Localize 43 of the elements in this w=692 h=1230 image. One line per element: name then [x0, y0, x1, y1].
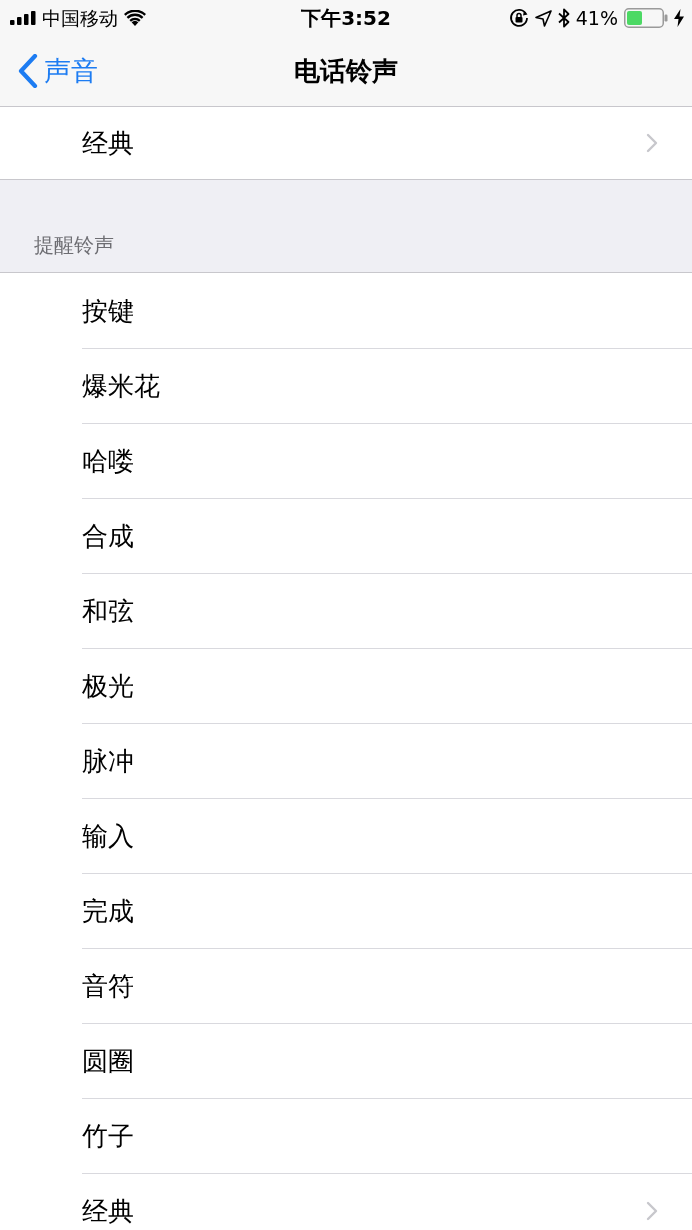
ringtone-label: 爆米花	[82, 371, 160, 401]
ringtone-label: 经典	[82, 1196, 134, 1226]
ringtone-label: 极光	[82, 671, 134, 701]
ringtone-label: 哈喽	[82, 446, 134, 476]
section-header: 提醒铃声	[34, 232, 114, 259]
chevron-right-icon	[646, 133, 658, 153]
ringtone-row[interactable]: 竹子	[82, 1098, 692, 1173]
ringtone-label: 完成	[82, 896, 134, 926]
ringtone-label: 按键	[82, 295, 134, 326]
ringtone-label: 输入	[82, 821, 134, 851]
status-time: 下午3:52	[301, 6, 391, 30]
battery-icon	[624, 8, 668, 28]
rotation-lock-icon	[508, 8, 529, 28]
ringtone-row[interactable]: 和弦	[82, 573, 692, 648]
carrier-name: 中国移动	[42, 6, 118, 30]
ringtone-row[interactable]: 爆米花	[82, 348, 692, 423]
ringtone-row[interactable]: 经典	[82, 1173, 692, 1230]
location-arrow-icon	[534, 9, 552, 27]
ringtone-label: 圆圈	[82, 1046, 134, 1076]
bluetooth-icon	[557, 8, 570, 28]
ringtone-row[interactable]: 脉冲	[82, 723, 692, 798]
ringtone-label: 音符	[82, 971, 134, 1001]
battery-percent: 41%	[575, 6, 618, 30]
ringtone-row[interactable]: 完成	[82, 873, 692, 948]
ringtone-row[interactable]: 极光	[82, 648, 692, 723]
ringtone-row[interactable]: 圆圈	[82, 1023, 692, 1098]
ringtone-label: 脉冲	[82, 746, 134, 776]
wifi-icon	[124, 10, 146, 26]
ringtone-label: 经典	[82, 128, 134, 158]
ringtone-label: 和弦	[82, 596, 134, 626]
ringtone-label: 竹子	[82, 1121, 134, 1151]
ringtone-row[interactable]: 哈喽	[82, 423, 692, 498]
ringtone-row[interactable]: 合成	[82, 498, 692, 573]
ringtone-row[interactable]: 输入	[82, 798, 692, 873]
charging-bolt-icon	[674, 9, 684, 27]
chevron-right-icon	[646, 1201, 658, 1221]
signal-bars-icon	[10, 11, 36, 25]
ringtone-label: 合成	[82, 521, 134, 551]
back-chevron-icon	[18, 54, 38, 88]
ringtone-row[interactable]: 按键	[82, 273, 692, 348]
page-title: 电话铃声	[294, 54, 398, 88]
ringtone-row[interactable]: 音符	[82, 948, 692, 1023]
back-button[interactable]: 声音	[0, 53, 98, 89]
